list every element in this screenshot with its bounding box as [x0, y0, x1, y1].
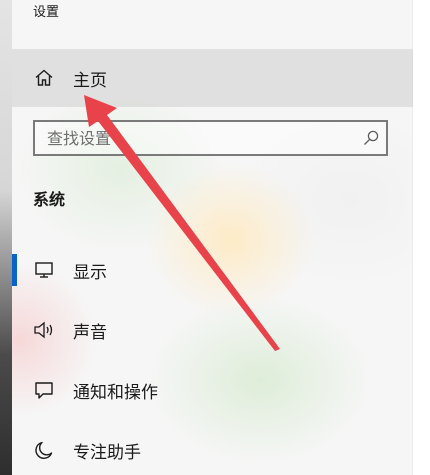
nav-item-focus-assist[interactable]: 专注助手	[12, 426, 413, 474]
nav-item-display[interactable]: 显示	[12, 246, 413, 294]
nav-item-label: 显示	[73, 263, 107, 283]
section-title: 系统	[33, 190, 66, 209]
scrollbar-track[interactable]	[412, 0, 430, 475]
search-icon[interactable]	[362, 129, 380, 147]
nav-home-label: 主页	[73, 70, 107, 91]
search-input[interactable]	[47, 122, 347, 154]
background-edge	[0, 0, 12, 475]
nav-item-notifications[interactable]: 通知和操作	[12, 366, 413, 414]
notification-icon	[33, 379, 55, 401]
home-icon	[33, 67, 55, 89]
nav-item-label: 通知和操作	[73, 383, 158, 403]
monitor-icon	[33, 259, 55, 281]
nav-home[interactable]: 主页	[12, 49, 413, 107]
settings-window: 设置 主页 系统 显示	[0, 0, 430, 475]
nav-item-label: 声音	[73, 323, 107, 343]
moon-icon	[33, 439, 55, 461]
nav-item-label: 专注助手	[73, 443, 141, 463]
app-title: 设置	[33, 5, 60, 20]
speaker-icon	[33, 319, 55, 341]
nav-item-sound[interactable]: 声音	[12, 306, 413, 354]
search-box[interactable]	[33, 120, 388, 156]
